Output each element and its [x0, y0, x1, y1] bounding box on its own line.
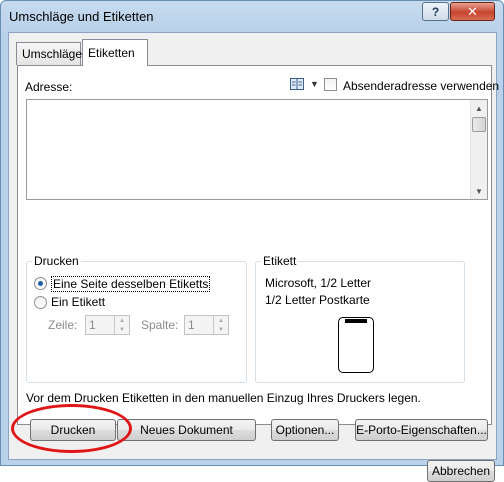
- tab-umschlaege-label: Umschläge: [22, 47, 83, 61]
- label-vendor-text: Microsoft, 1/2 Letter: [265, 276, 372, 290]
- column-value: 1: [188, 318, 195, 332]
- address-scrollbar[interactable]: ▲ ▼: [470, 100, 487, 199]
- address-book-dropdown-icon[interactable]: ▼: [310, 79, 319, 89]
- label-product-text: 1/2 Letter Postkarte: [265, 293, 370, 307]
- column-spinner-buttons: ▲ ▼: [213, 316, 228, 334]
- radio-full-page-label[interactable]: Eine Seite desselben Etiketts: [51, 276, 211, 292]
- scroll-up-icon[interactable]: ▲: [471, 100, 487, 116]
- print-hint-text: Vor dem Drucken Etiketten in den manuell…: [26, 391, 421, 405]
- spin-up-icon: ▲: [119, 317, 125, 324]
- scroll-down-icon[interactable]: ▼: [471, 183, 487, 199]
- row-spinner-buttons: ▲ ▼: [114, 316, 129, 334]
- tab-etiketten-label: Etiketten: [88, 46, 135, 60]
- address-label: Adresse:: [25, 80, 73, 94]
- eporto-properties-button[interactable]: E-Porto-Eigenschaften...: [355, 419, 488, 441]
- red-annotation-ellipse: [11, 404, 132, 453]
- scroll-thumb[interactable]: [472, 117, 486, 132]
- title-bar: Umschläge und Etiketten ? ✕: [1, 1, 503, 32]
- close-button[interactable]: ✕: [450, 2, 495, 21]
- column-label: Spalte:: [141, 318, 179, 332]
- label-group-title: Etikett: [261, 254, 299, 268]
- dialog-client-area: Umschläge Etiketten Adresse: ▼ Absendera…: [8, 32, 499, 482]
- label-preview-icon: [338, 317, 374, 373]
- row-value: 1: [89, 318, 96, 332]
- return-address-label[interactable]: Absenderadresse verwenden: [343, 79, 499, 93]
- radio-single-label[interactable]: [34, 296, 47, 309]
- radio-full-page[interactable]: [34, 277, 47, 290]
- spin-up-icon: ▲: [218, 317, 224, 324]
- options-button[interactable]: Optionen...: [271, 419, 339, 441]
- new-document-button[interactable]: Neues Dokument: [117, 419, 256, 441]
- label-groupbox[interactable]: Etikett Microsoft, 1/2 Letter 1/2 Letter…: [255, 254, 465, 383]
- help-button[interactable]: ?: [422, 2, 449, 21]
- window-title: Umschläge und Etiketten: [9, 9, 154, 24]
- address-textarea[interactable]: ▲ ▼: [26, 99, 488, 200]
- spin-down-icon: ▼: [218, 326, 224, 333]
- cancel-button[interactable]: Abbrechen: [427, 460, 495, 482]
- tab-etiketten[interactable]: Etiketten: [82, 39, 148, 66]
- etiketten-panel: Adresse: ▼ Absenderadresse verwenden ▲ ▼: [17, 65, 499, 425]
- spin-down-icon: ▼: [119, 326, 125, 333]
- print-group-title: Drucken: [32, 254, 81, 268]
- tab-umschlaege[interactable]: Umschläge: [16, 42, 83, 65]
- row-label: Zeile:: [48, 318, 78, 332]
- return-address-checkbox[interactable]: [324, 78, 337, 91]
- address-book-icon[interactable]: [290, 78, 304, 90]
- print-groupbox: Drucken Eine Seite desselben Etiketts Ei…: [26, 254, 247, 383]
- radio-single-label-text[interactable]: Ein Etikett: [51, 295, 105, 309]
- row-spinner: 1 ▲ ▼: [85, 315, 130, 335]
- column-spinner: 1 ▲ ▼: [184, 315, 229, 335]
- dialog-window: Umschläge und Etiketten ? ✕ Umschläge Et…: [0, 0, 504, 482]
